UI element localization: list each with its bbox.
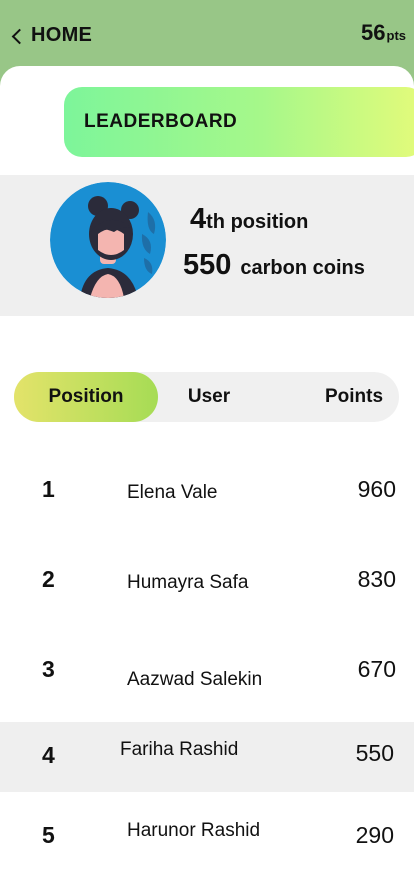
main-card: LEADERBOARD 4 th position 550 carbon coi… — [0, 66, 414, 896]
user-summary: 4 th position 550 carbon coins — [0, 175, 414, 316]
tab-position[interactable]: Position — [14, 372, 158, 422]
coins-stat: 550 carbon coins — [183, 249, 365, 282]
user-name: Fariha Rashid — [120, 739, 239, 760]
position-stat: 4 th position — [190, 203, 308, 236]
rank: 3 — [42, 656, 55, 682]
points-value: 56 — [361, 20, 386, 45]
user-name: Elena Vale — [127, 482, 218, 503]
user-points: 670 — [357, 656, 396, 682]
list-item-current-user[interactable]: 4 Fariha Rashid 550 — [0, 722, 414, 792]
user-name: Aazwad Salekin — [127, 669, 263, 690]
back-home-label: HOME — [31, 24, 93, 46]
rank: 4 — [42, 742, 55, 768]
leaderboard-list: 1 Elena Vale 960 2 Humayra Safa 830 3 Aa… — [0, 462, 414, 892]
back-home-button[interactable]: HOME — [10, 24, 92, 47]
tab-points[interactable]: Points — [304, 372, 404, 422]
user-points: 290 — [355, 822, 394, 848]
list-item[interactable]: 3 Aazwad Salekin 670 — [0, 642, 414, 712]
leaderboard-banner: LEADERBOARD — [64, 87, 414, 157]
user-name: Humayra Safa — [127, 572, 249, 593]
avatar — [50, 182, 166, 298]
user-name: Harunor Rashid — [127, 820, 261, 841]
points-unit: pts — [386, 28, 407, 43]
list-item[interactable]: 2 Humayra Safa 830 — [0, 552, 414, 642]
sort-tabs: Position User Points — [14, 372, 399, 422]
points-balance: 56 pts — [361, 20, 406, 46]
position-number: 4 — [190, 203, 207, 235]
rank: 2 — [42, 566, 55, 592]
chevron-left-icon — [11, 28, 28, 44]
coins-label: carbon coins — [240, 257, 365, 279]
position-suffix: th position — [206, 211, 309, 233]
tab-user[interactable]: User — [166, 372, 252, 422]
user-points: 550 — [355, 740, 394, 766]
rank: 1 — [42, 476, 55, 502]
page-title: LEADERBOARD — [84, 111, 238, 132]
list-item[interactable]: 5 Harunor Rashid 290 — [0, 802, 414, 892]
user-points: 830 — [357, 566, 396, 592]
user-points: 960 — [357, 476, 396, 502]
coins-value: 550 — [183, 249, 232, 281]
rank: 5 — [42, 822, 55, 848]
top-bar: HOME 56 pts — [0, 0, 414, 72]
list-item[interactable]: 1 Elena Vale 960 — [0, 462, 414, 552]
